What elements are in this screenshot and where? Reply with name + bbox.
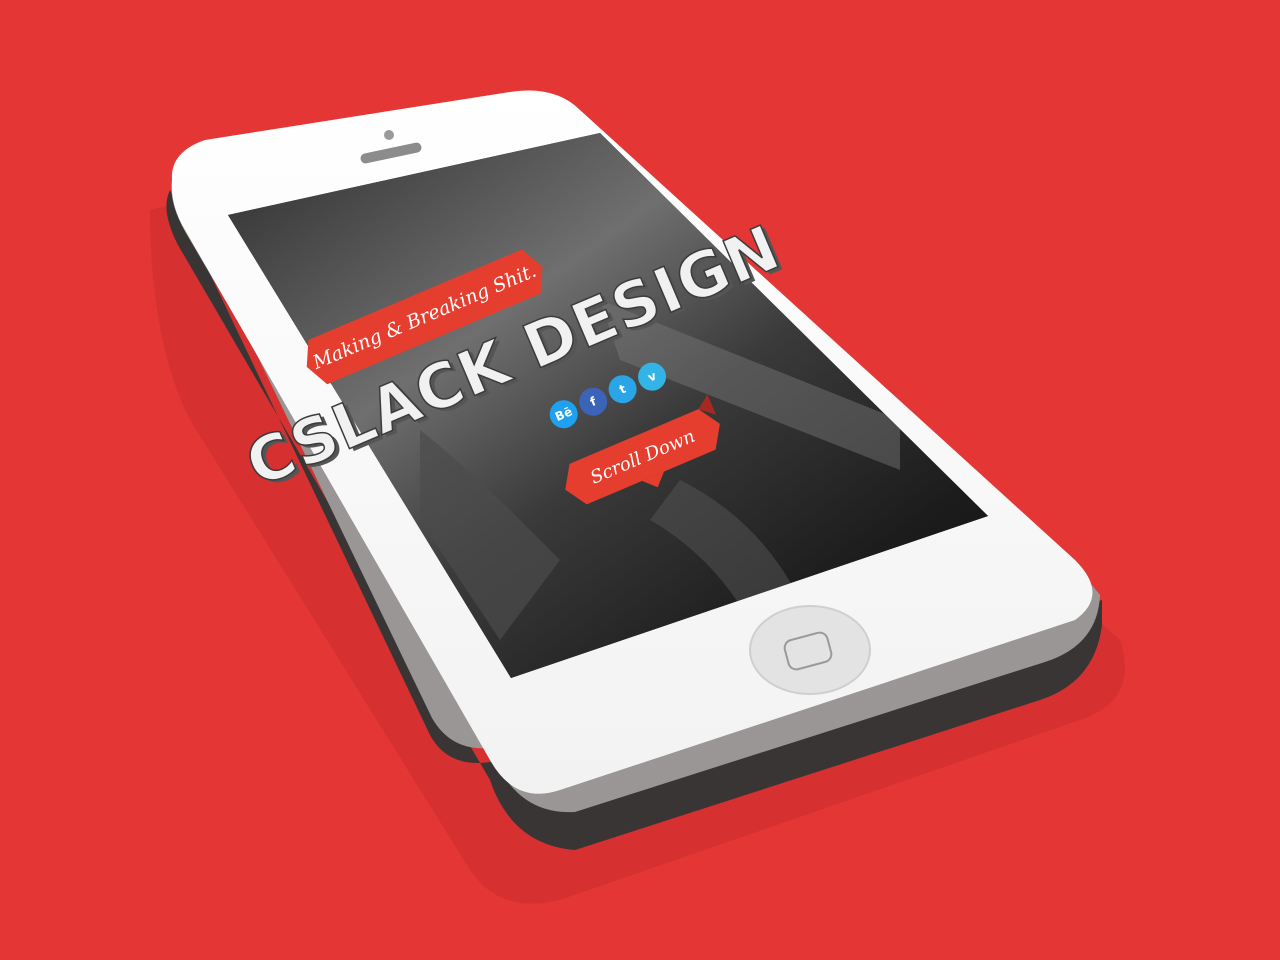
phone-mockup-scene: Making & Breaking Shit. CSLACK DESIGN CS… <box>150 90 1125 904</box>
home-button[interactable] <box>749 605 871 695</box>
home-button-ring <box>749 605 871 695</box>
front-camera <box>384 130 394 140</box>
mockup-stage: Making & Breaking Shit. CSLACK DESIGN CS… <box>0 0 1280 960</box>
